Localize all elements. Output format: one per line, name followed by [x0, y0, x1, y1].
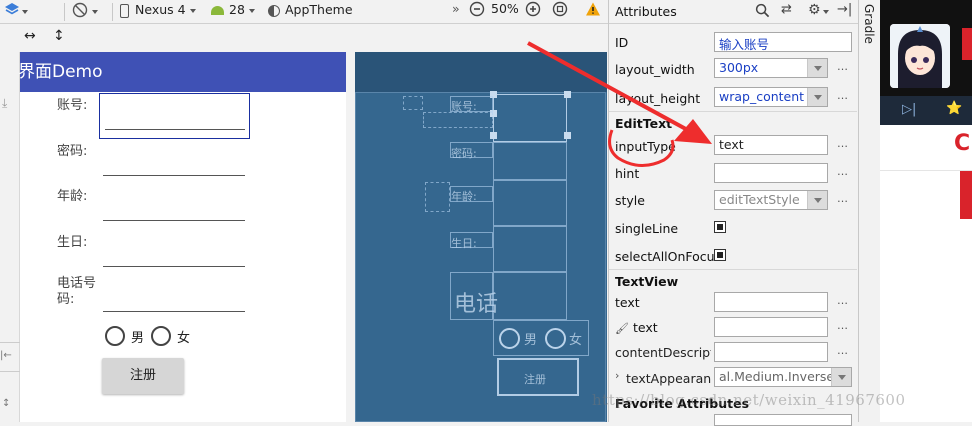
- annotation-arrowhead: [674, 119, 712, 144]
- annotation-arrow: [527, 41, 707, 142]
- annotation-overlay: [527, 41, 712, 167]
- annotation-underline: [608, 129, 675, 167]
- watermark: https://blog.csdn.net/weixin_41967600: [592, 391, 906, 409]
